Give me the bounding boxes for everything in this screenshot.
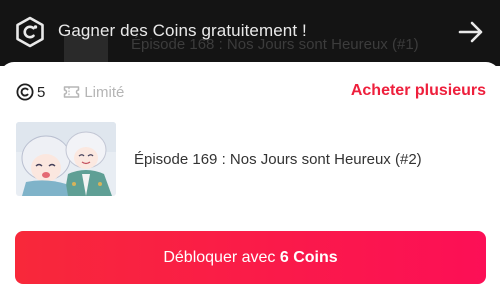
coin-c-logo-icon — [16, 16, 44, 48]
purchase-sheet: 5 Limité Acheter plusieurs Épisode 169:… — [0, 62, 500, 297]
coin-count: 5 — [37, 83, 46, 101]
episode-title: Épisode 169 : Nos Jours sont Heureux (#2… — [134, 150, 422, 168]
buy-multiple-button[interactable]: Acheter plusieurs — [351, 82, 486, 100]
unlock-button[interactable]: Débloquer avec 6 Coins — [15, 231, 486, 284]
coin-balance-row: 5 Limité — [16, 82, 124, 102]
unlock-button-amount: 6 Coins — [279, 248, 338, 266]
unlock-button-prefix: Débloquer avec — [163, 248, 280, 266]
banner-text: Gagner des Coins gratuitement ! — [58, 21, 307, 40]
ticket-icon — [64, 86, 80, 98]
coin-icon — [16, 83, 34, 101]
episode-thumbnail — [16, 122, 116, 196]
screen: Épisode 168 : Nos Jours sont Heureux (#1… — [0, 0, 500, 297]
free-coins-banner[interactable]: Épisode 168 : Nos Jours sont Heureux (#1… — [0, 0, 500, 66]
arrow-right-icon[interactable] — [458, 20, 484, 44]
episode-row: Épisode 169 : Nos Jours sont Heureux (#2… — [16, 122, 484, 196]
limited-ticket-label: Limité — [84, 83, 125, 101]
